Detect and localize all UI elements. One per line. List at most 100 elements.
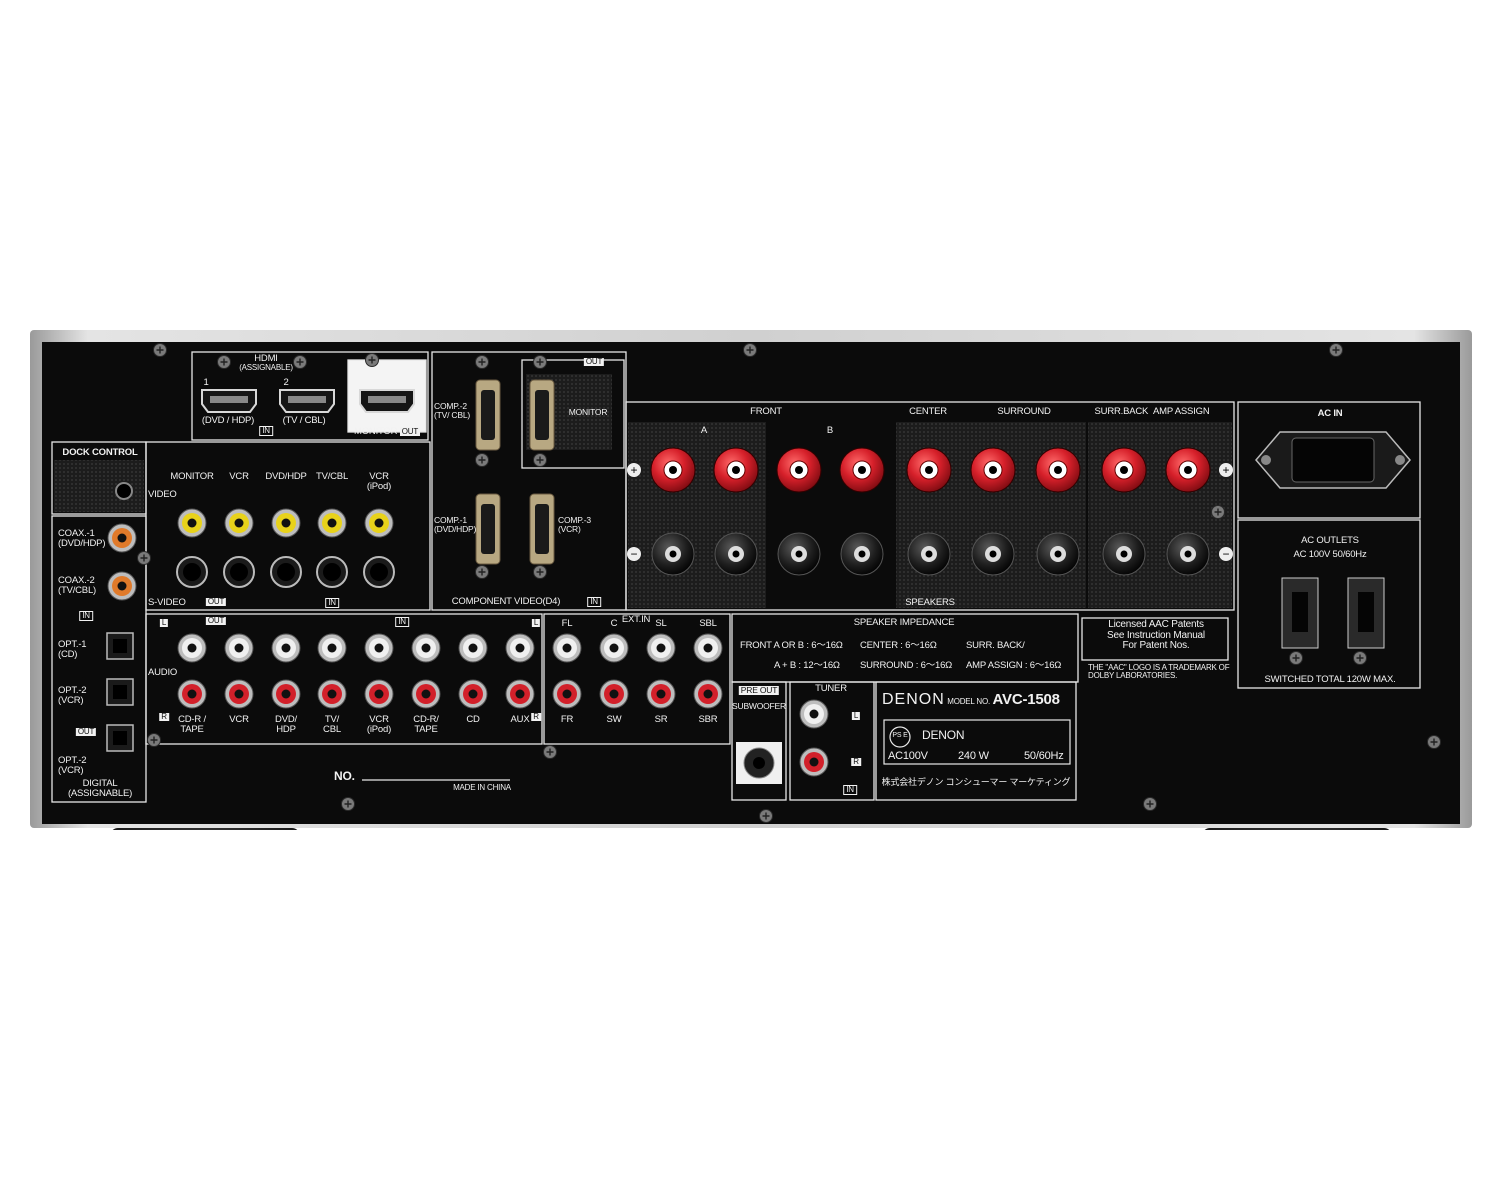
pre-out-tag: PRE OUT	[738, 685, 780, 695]
ext-sbl-label: SBL	[699, 618, 717, 629]
screw	[293, 355, 307, 369]
front-label: FRONT	[750, 406, 782, 417]
screw	[137, 551, 151, 565]
speaker-post-black	[651, 532, 695, 576]
speaker-a-label: A	[700, 425, 708, 436]
screw	[1211, 505, 1225, 519]
video-tv-label: TV/CBL	[315, 471, 349, 482]
component-d4-connector	[529, 379, 555, 451]
maker-label: 株式会社デノン コンシューマー マーケティング	[881, 777, 1071, 787]
hdmi-port	[279, 389, 335, 413]
ext-in-jack	[599, 679, 629, 709]
video-jack	[364, 508, 394, 538]
audio-out-tag: OUT	[205, 616, 227, 626]
ext-c-label: C	[610, 618, 618, 629]
component-d4-connector	[475, 493, 501, 565]
imp-surround: SURROUND : 6～16Ω	[860, 660, 953, 671]
audio-cdr-label: CD-R / TAPE	[178, 714, 206, 735]
ext-in-jack	[599, 633, 629, 663]
audio-r-tag-right: R	[531, 712, 541, 722]
component-video-label: COMPONENT VIDEO(D4)	[451, 596, 561, 607]
switched-label: SWITCHED TOTAL 120W MAX.	[1264, 674, 1396, 685]
tuner-r-tag: R	[851, 757, 861, 767]
audio-vcr-ipod-label: VCR (iPod)	[366, 714, 392, 735]
audio-jack-left	[411, 633, 441, 663]
hdmi-port	[359, 389, 415, 413]
screw	[533, 453, 547, 467]
center-label: CENTER	[909, 406, 947, 417]
audio-jack-left	[458, 633, 488, 663]
audio-dvd-label: DVD/HDP	[275, 714, 297, 735]
plate-voltage: AC100V	[888, 750, 928, 762]
polarity-marker: −	[1219, 547, 1233, 561]
speaker-post-red	[776, 447, 822, 493]
audio-jack-right	[317, 679, 347, 709]
speaker-post-black	[1036, 532, 1080, 576]
digital-in-tag: IN	[79, 611, 93, 622]
imp-center: CENTER : 6～16Ω	[860, 640, 937, 651]
tuner-in-tag: IN	[843, 785, 857, 796]
screw	[743, 343, 757, 357]
screw	[533, 565, 547, 579]
optical-port	[106, 632, 134, 660]
sv-out-tag: OUT	[205, 597, 227, 607]
audio-l-tag-right: L	[531, 618, 541, 628]
comp3-label: COMP.-3 (VCR)	[558, 515, 591, 534]
rear-panel-graphic: + − + −	[30, 330, 1472, 878]
s-video-label: S-VIDEO	[148, 597, 186, 608]
screw	[1353, 651, 1367, 665]
svg-text:−: −	[630, 547, 637, 561]
audio-jack-right	[271, 679, 301, 709]
plate-denon: DENON	[922, 728, 965, 742]
screw	[1289, 651, 1303, 665]
audio-tv-label: TV/CBL	[323, 714, 341, 735]
audio-jack-left	[364, 633, 394, 663]
aac-notice: Licensed AAC Patents See Instruction Manu…	[1107, 619, 1205, 651]
plate-hz: 50/60Hz	[1024, 750, 1064, 762]
component-d4-connector	[529, 493, 555, 565]
comp2-label: COMP.-2 (TV/ CBL)	[434, 401, 470, 420]
optical-port	[106, 724, 134, 752]
ac-in-label: AC IN	[1317, 408, 1343, 419]
speaker-post-black	[1166, 532, 1210, 576]
audio-cdr2-label: CD-R/TAPE	[413, 714, 439, 735]
speaker-post-black	[777, 532, 821, 576]
video-jack	[177, 508, 207, 538]
opt1-label: OPT.-1 (CD)	[58, 639, 87, 660]
ext-in-label: EXT.IN	[621, 614, 651, 625]
screw	[1143, 797, 1157, 811]
audio-jack-left	[317, 633, 347, 663]
ac-in-inlet	[1255, 431, 1411, 489]
screw	[147, 733, 161, 747]
brand-logo: DENON	[882, 691, 945, 708]
hdmi-assignable: (ASSIGNABLE)	[239, 363, 293, 372]
speaker-post-black	[907, 532, 951, 576]
hdmi-1-label: 1	[203, 377, 209, 388]
speaker-post-black	[714, 532, 758, 576]
screw	[533, 355, 547, 369]
imp-surr-back: SURR. BACK/	[966, 640, 1025, 651]
comp1-label: COMP.-1 (DVD/HDP)	[434, 515, 477, 534]
ac-outlets-spec: AC 100V 50/60Hz	[1293, 549, 1367, 560]
svg-text:+: +	[1222, 463, 1229, 477]
ac-outlets-label: AC OUTLETS	[1301, 535, 1359, 546]
speaker-post-red	[1101, 447, 1147, 493]
video-jack	[271, 508, 301, 538]
coax1-label: COAX.-1 (DVD/HDP)	[58, 528, 106, 549]
audio-jack-right	[224, 679, 254, 709]
ext-in-jack	[646, 679, 676, 709]
audio-jack-right	[458, 679, 488, 709]
video-monitor-label: MONITOR	[170, 471, 214, 482]
opt3-label: OPT.-2 (VCR)	[58, 755, 87, 776]
screw	[475, 355, 489, 369]
ext-sr-label: SR	[654, 714, 668, 725]
plate-watts: 240 W	[958, 750, 989, 762]
audio-l-tag-left: L	[159, 618, 169, 628]
subwoofer-label: SUBWOOFER	[732, 701, 786, 711]
digital-label: DIGITAL (ASSIGNABLE)	[67, 778, 133, 799]
audio-vcr-label: VCR	[229, 714, 249, 725]
ext-fl-label: FL	[561, 618, 573, 629]
monitor-out-label: MONITOR OUT	[354, 426, 421, 437]
model-line: DENON MODEL NO. AVC-1508	[882, 691, 1060, 709]
coax-jack	[107, 523, 137, 553]
